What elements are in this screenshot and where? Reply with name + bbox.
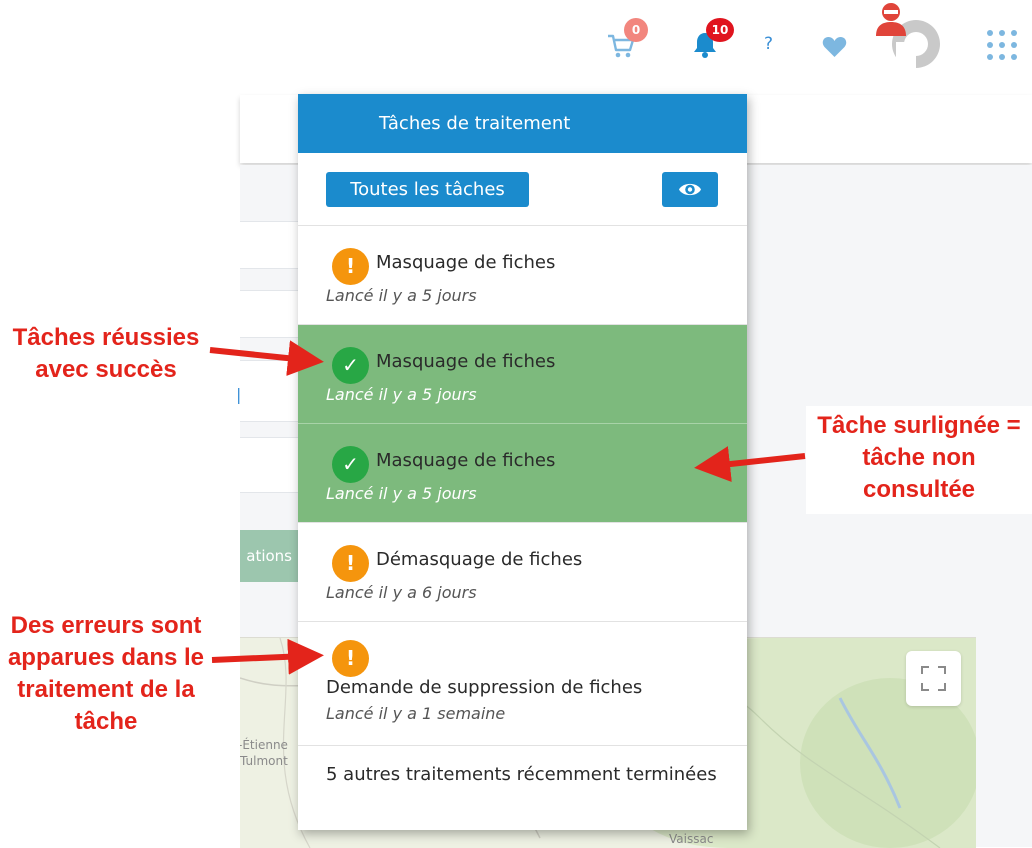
grid-icon[interactable] xyxy=(985,28,1019,62)
task-item[interactable]: ! Masquage de fiches Lancé il y a 5 jour… xyxy=(298,226,747,324)
task-name: Masquage de fiches xyxy=(376,450,556,471)
task-item-highlighted[interactable]: ✓ Masquage de fiches Lancé il y a 5 jour… xyxy=(298,325,747,423)
more-tasks-link[interactable]: 5 autres traitements récemment terminées xyxy=(326,762,726,787)
task-name: Démasquage de fiches xyxy=(376,549,583,570)
notification-count-badge: 10 xyxy=(706,18,734,42)
map-label: Vaissac xyxy=(669,832,714,846)
warning-icon: ! xyxy=(332,640,369,677)
map-label: Tulmont xyxy=(240,754,288,768)
background-cursor-mark: | xyxy=(236,385,242,404)
tasks-panel: Tâches de traitement Toutes les tâches !… xyxy=(298,94,747,830)
panel-title: Tâches de traitement xyxy=(379,113,571,134)
annotation-highlighted: Tâche surlignée = tâche non consultée xyxy=(817,412,1021,503)
task-item-highlighted[interactable]: ✓ Masquage de fiches Lancé il y a 5 jour… xyxy=(298,424,747,522)
heart-icon[interactable] xyxy=(822,36,847,58)
task-time: Lancé il y a 1 semaine xyxy=(326,704,506,723)
panel-header: Tâches de traitement xyxy=(298,94,747,153)
user-avatar-icon[interactable] xyxy=(874,2,944,70)
fullscreen-button[interactable] xyxy=(906,651,961,706)
annotation-success: Tâches réussies avec succès xyxy=(12,324,200,383)
success-icon: ✓ xyxy=(332,446,369,483)
help-button[interactable]: ? xyxy=(764,33,773,55)
cart-count-badge: 0 xyxy=(624,18,648,42)
background-row xyxy=(240,221,298,269)
eye-icon xyxy=(679,183,701,196)
warning-icon: ! xyxy=(332,248,369,285)
mark-viewed-button[interactable] xyxy=(662,172,718,207)
task-time: Lancé il y a 5 jours xyxy=(326,286,477,305)
task-time: Lancé il y a 5 jours xyxy=(326,484,477,503)
success-icon: ✓ xyxy=(332,347,369,384)
divider xyxy=(298,745,747,746)
task-item[interactable]: ! Demande de suppression de fiches Lancé… xyxy=(298,622,747,744)
top-bar: 0 10 ? xyxy=(0,0,1032,95)
background-row xyxy=(240,290,298,338)
background-row xyxy=(240,360,298,422)
task-time: Lancé il y a 5 jours xyxy=(326,385,477,404)
annotation-errors: Des erreurs sont apparues dans le traite… xyxy=(7,612,205,735)
warning-icon: ! xyxy=(332,545,369,582)
background-row xyxy=(240,437,298,493)
background-tab[interactable]: ations xyxy=(240,530,298,582)
map-label: -Étienne xyxy=(240,738,288,752)
task-name: Masquage de fiches xyxy=(376,351,556,372)
task-name: Demande de suppression de fiches xyxy=(326,677,643,698)
task-item[interactable]: ! Démasquage de fiches Lancé il y a 6 jo… xyxy=(298,523,747,621)
fullscreen-icon xyxy=(921,666,946,691)
task-name: Masquage de fiches xyxy=(376,252,556,273)
task-time: Lancé il y a 6 jours xyxy=(326,583,477,602)
all-tasks-button[interactable]: Toutes les tâches xyxy=(326,172,529,207)
